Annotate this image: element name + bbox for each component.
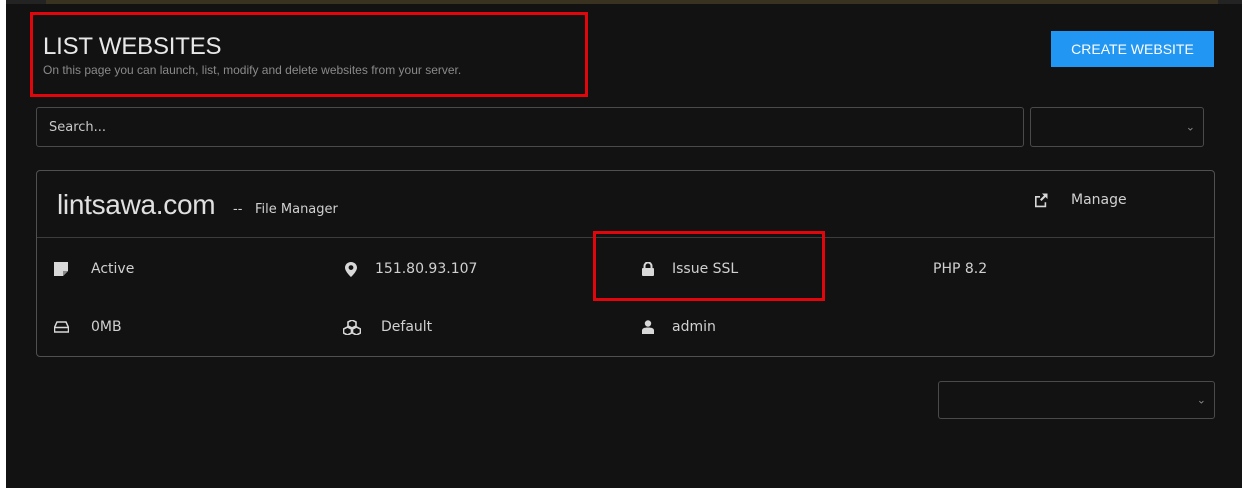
chevron-down-icon: ⌄ bbox=[1196, 393, 1206, 407]
package-value: Default bbox=[381, 319, 433, 335]
search-input[interactable] bbox=[36, 107, 1024, 147]
title-highlight: LIST WEBSITES On this page you can launc… bbox=[30, 12, 588, 97]
ssl-highlight-box bbox=[593, 231, 825, 301]
chevron-down-icon: ⌄ bbox=[1185, 120, 1195, 134]
content-panel: LIST WEBSITES On this page you can launc… bbox=[6, 0, 1242, 488]
php-info: PHP 8.2 bbox=[933, 259, 987, 279]
ip-info: 151.80.93.107 bbox=[343, 259, 477, 279]
owner-value: admin bbox=[672, 319, 716, 335]
owner-info: admin bbox=[640, 317, 716, 337]
top-bar bbox=[6, 0, 1242, 4]
domain-separator: -- bbox=[233, 202, 243, 217]
file-manager-link[interactable]: File Manager bbox=[255, 202, 338, 217]
page-subtitle: On this page you can launch, list, modif… bbox=[43, 63, 462, 77]
page-title: LIST WEBSITES bbox=[43, 33, 222, 60]
map-marker-icon bbox=[343, 261, 359, 277]
manage-label: Manage bbox=[1071, 192, 1127, 208]
sticky-note-icon bbox=[53, 261, 69, 277]
create-website-button[interactable]: CREATE WEBSITE bbox=[1051, 31, 1214, 67]
status-value: Active bbox=[91, 261, 135, 277]
package-info: Default bbox=[343, 317, 432, 337]
user-icon bbox=[640, 319, 656, 335]
manage-button[interactable]: Manage bbox=[1033, 189, 1127, 211]
disk-usage-value: 0MB bbox=[91, 319, 122, 335]
disk-info: 0MB bbox=[53, 317, 122, 337]
php-version: PHP 8.2 bbox=[933, 261, 988, 277]
website-card: lintsawa.com -- File Manager Manage Acti… bbox=[36, 170, 1215, 357]
status-info: Active bbox=[53, 259, 134, 279]
external-link-icon bbox=[1035, 193, 1048, 208]
hdd-icon bbox=[53, 319, 69, 335]
filter-select[interactable]: ⌄ bbox=[1030, 107, 1204, 147]
pagination-select[interactable]: ⌄ bbox=[938, 381, 1215, 419]
website-domain[interactable]: lintsawa.com bbox=[57, 189, 216, 221]
cubes-icon bbox=[343, 319, 361, 335]
ip-value: 151.80.93.107 bbox=[375, 261, 478, 277]
